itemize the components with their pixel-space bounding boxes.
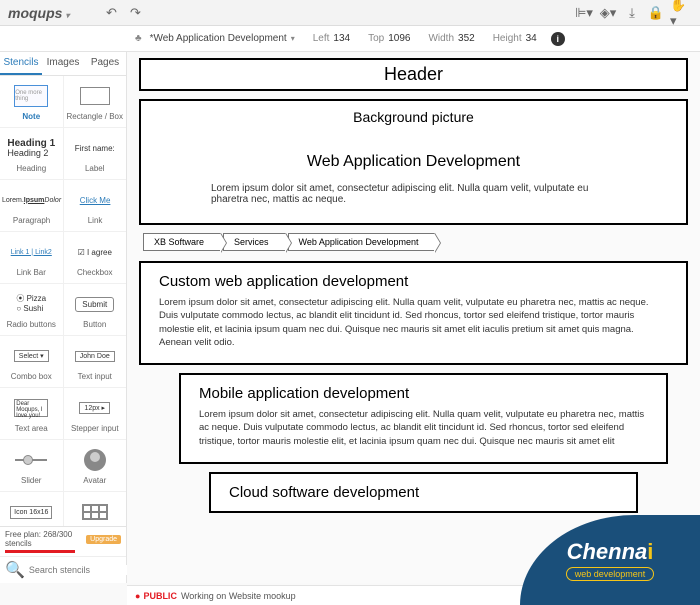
plan-text: Free plan: 268/300 stencils [5,530,86,548]
stencil-icon[interactable]: Icon 16x16Icon [0,492,64,526]
lock-icon[interactable]: 🔒 [646,3,666,23]
stencil-link[interactable]: Click MeLink [64,180,126,231]
status-doc[interactable]: Website mookup [229,591,296,601]
stencil-label[interactable]: First name:Label [64,128,127,179]
mock-section-cloud[interactable]: Cloud software development [209,472,638,513]
tab-stencils[interactable]: Stencils [0,52,42,75]
stencil-grid: One more thingNote Rectangle / Box Headi… [0,76,126,526]
breadcrumb-item[interactable]: Web Application Development [288,233,436,251]
bg-heading: Web Application Development [211,153,616,171]
search-icon: 🔍 [5,560,25,580]
stencil-textarea[interactable]: Dear Moqups, I love you!Text area [0,388,64,439]
sidebar: Stencils Images Pages One more thingNote… [0,52,127,583]
logo-dropdown-caret: ▾ [65,11,69,20]
section-paragraph: Lorem ipsum dolor sit amet, consectetur … [199,408,648,448]
mock-header-box[interactable]: Header [139,58,688,91]
sidebar-footer: Free plan: 268/300 stencils Upgrade [0,526,126,556]
stencil-paragraph[interactable]: Lorem.IpsumDolorParagraph [0,180,64,231]
section-paragraph: Lorem ipsum dolor sit amet, consectetur … [159,296,668,349]
prop-width-label: Width [428,33,454,44]
breadcrumb-item[interactable]: Services [223,233,286,251]
prop-left-value[interactable]: 134 [333,33,350,44]
stencil-combobox[interactable]: Select ▾Combo box [0,336,64,387]
public-label: PUBLIC [143,591,177,601]
prop-top-label: Top [368,33,384,44]
prop-height-value[interactable]: 34 [526,33,537,44]
top-toolbar: moqups▾ ↶ ↷ ⊫▾ ◈▾ ⤓ 🔒 ✋▾ [0,0,700,26]
stencil-button[interactable]: SubmitButton [64,284,127,335]
bg-paragraph: Lorem ipsum dolor sit amet, consectetur … [211,183,616,205]
status-text: Working on [181,591,226,601]
page-tree-icon[interactable]: ♣ [135,33,142,44]
prop-top-value[interactable]: 1096 [388,33,410,44]
stencil-checkbox[interactable]: ☑ I agreeCheckbox [64,232,127,283]
tab-pages[interactable]: Pages [84,52,126,75]
align-icon[interactable]: ⊫▾ [574,3,594,23]
prop-left-label: Left [313,33,330,44]
bg-title: Background picture [211,109,616,125]
doc-dropdown-caret[interactable]: ▾ [291,34,295,43]
stencil-search: 🔍 [0,556,126,583]
stencil-rectangle[interactable]: Rectangle / Box [64,76,127,127]
section-heading: Cloud software development [229,484,618,501]
export-icon[interactable]: ⤓ [622,3,642,23]
tab-images[interactable]: Images [42,52,84,75]
mock-section-custom[interactable]: Custom web application development Lorem… [139,261,688,365]
section-heading: Custom web application development [159,273,668,290]
sidebar-tabs: Stencils Images Pages [0,52,126,76]
mock-section-mobile[interactable]: Mobile application development Lorem ips… [179,373,668,464]
stencil-grid[interactable]: Grid [64,492,127,526]
stencil-slider[interactable]: Slider [0,440,64,491]
section-heading: Mobile application development [199,385,648,402]
properties-bar: ♣ *Web Application Development ▾ Left 13… [0,26,700,52]
stencil-note[interactable]: One more thingNote [0,76,64,127]
document-title[interactable]: *Web Application Development [150,33,287,44]
stencil-heading[interactable]: Heading 1Heading 2Heading [0,128,64,179]
stencil-textinput[interactable]: John DoeText input [64,336,127,387]
layers-icon[interactable]: ◈▾ [598,3,618,23]
mock-background-box[interactable]: Background picture Web Application Devel… [139,99,688,225]
public-dot-icon: ● [135,591,140,601]
stencil-avatar[interactable]: Avatar [64,440,127,491]
hand-icon[interactable]: ✋▾ [670,3,690,23]
canvas[interactable]: Header Background picture Web Applicatio… [127,52,700,583]
stencil-radio[interactable]: ⦿ Pizza ○ SushiRadio buttons [0,284,64,335]
breadcrumb[interactable]: XB Software Services Web Application Dev… [143,233,688,251]
prop-width-value[interactable]: 352 [458,33,475,44]
app-logo[interactable]: moqups▾ [8,5,69,21]
plan-usage-bar [5,550,75,553]
stencil-linkbar[interactable]: Link 1 | Link2Link Bar [0,232,64,283]
stencil-stepper[interactable]: 12px ▸Stepper input [64,388,127,439]
prop-height-label: Height [493,33,522,44]
upgrade-button[interactable]: Upgrade [86,535,121,544]
undo-icon[interactable]: ↶ [101,3,121,23]
redo-icon[interactable]: ↷ [125,3,145,23]
breadcrumb-item[interactable]: XB Software [143,233,221,251]
info-icon[interactable]: i [551,32,565,46]
